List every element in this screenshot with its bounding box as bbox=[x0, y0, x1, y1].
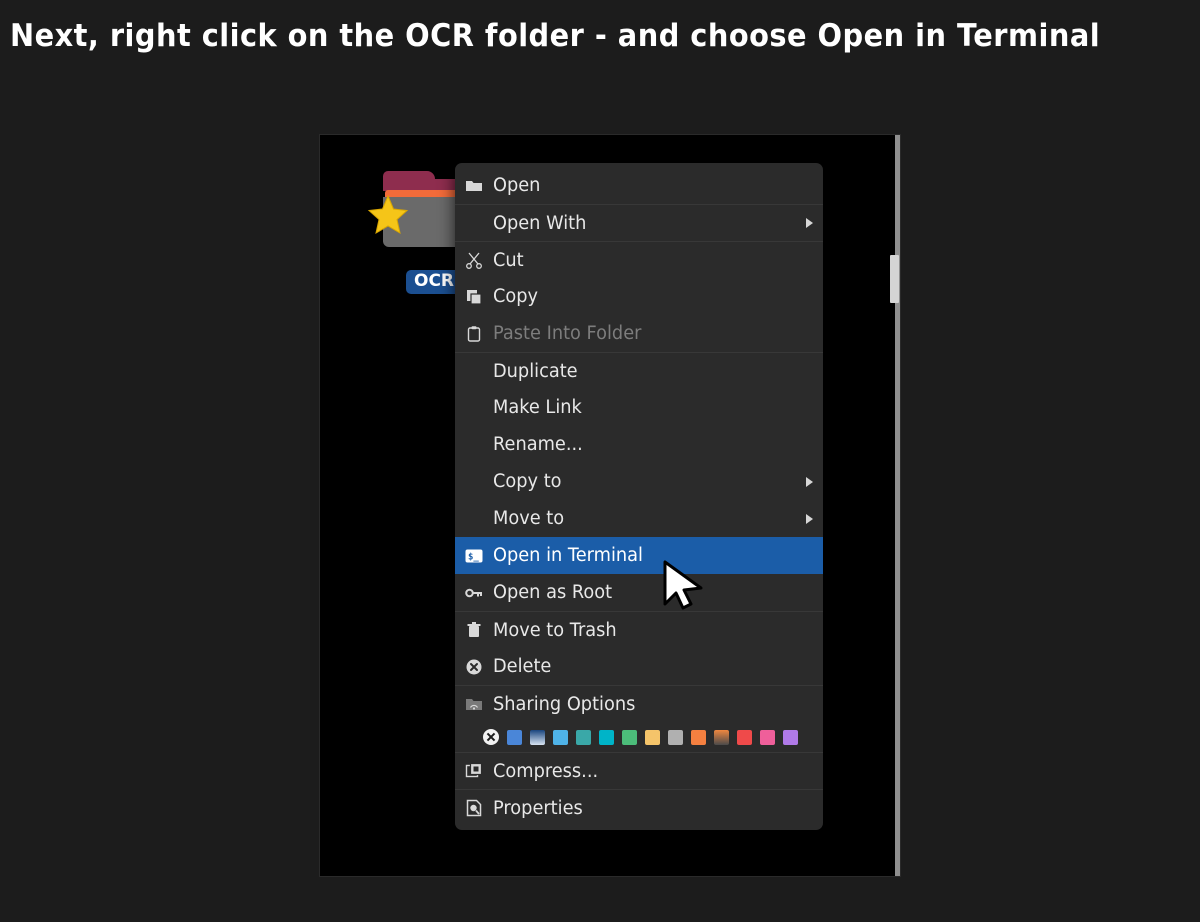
menu-item-cut[interactable]: Cut bbox=[455, 241, 823, 278]
delete-icon bbox=[465, 658, 483, 676]
svg-text:$_: $_ bbox=[468, 552, 479, 562]
no-icon bbox=[465, 436, 483, 454]
menu-item-open-as-root[interactable]: Open as Root bbox=[455, 574, 823, 611]
menu-item-label: Make Link bbox=[493, 397, 582, 418]
color-tag-blue-gradient[interactable] bbox=[530, 729, 545, 745]
chevron-right-icon bbox=[806, 218, 813, 228]
menu-item-label: Sharing Options bbox=[493, 693, 636, 715]
share-folder-icon bbox=[465, 695, 483, 713]
no-icon bbox=[465, 399, 483, 417]
no-icon bbox=[465, 362, 483, 380]
chevron-right-icon bbox=[806, 476, 813, 487]
menu-item-paste-into-folder: Paste Into Folder bbox=[455, 315, 823, 352]
scissors-icon bbox=[465, 251, 483, 269]
context-menu[interactable]: Open Open With Cut Copy Paste Into Folder Dup… bbox=[455, 163, 823, 830]
folder-icon bbox=[465, 177, 483, 195]
color-tag-yellow[interactable] bbox=[645, 729, 660, 745]
color-tag-teal[interactable] bbox=[576, 729, 591, 745]
color-tag-none[interactable] bbox=[483, 729, 499, 745]
menu-item-open-in-terminal[interactable]: $_ Open in Terminal bbox=[455, 537, 823, 574]
menu-item-open[interactable]: Open bbox=[455, 167, 823, 204]
menu-item-copy[interactable]: Copy bbox=[455, 278, 823, 315]
color-tag-brown-gradient[interactable] bbox=[714, 729, 729, 745]
color-tag-light-blue[interactable] bbox=[553, 729, 568, 745]
color-tag-purple[interactable] bbox=[783, 729, 798, 745]
color-tag-blue[interactable] bbox=[507, 729, 522, 745]
menu-item-make-link[interactable]: Make Link bbox=[455, 389, 823, 426]
color-tag-orange[interactable] bbox=[691, 729, 706, 745]
menu-item-duplicate[interactable]: Duplicate bbox=[455, 352, 823, 389]
menu-item-label: Open bbox=[493, 175, 541, 196]
key-icon bbox=[465, 584, 483, 602]
menu-item-rename[interactable]: Rename... bbox=[455, 426, 823, 463]
no-icon bbox=[465, 510, 483, 528]
star-emblem-icon bbox=[367, 194, 409, 235]
menu-item-label: Cut bbox=[493, 249, 524, 271]
paste-icon bbox=[465, 325, 483, 343]
menu-item-label: Move to Trash bbox=[493, 619, 617, 641]
color-tag-pink[interactable] bbox=[760, 729, 775, 745]
menu-item-sharing-options[interactable]: Sharing Options bbox=[455, 685, 823, 722]
menu-item-label: Duplicate bbox=[493, 360, 578, 382]
menu-item-label: Paste Into Folder bbox=[493, 323, 642, 344]
no-icon bbox=[465, 214, 483, 232]
vertical-scrollbar-thumb[interactable] bbox=[890, 255, 899, 303]
color-tag-green[interactable] bbox=[622, 729, 637, 745]
folder-name-label[interactable]: OCR bbox=[406, 270, 463, 294]
menu-item-move-to-trash[interactable]: Move to Trash bbox=[455, 611, 823, 648]
color-tag-cyan[interactable] bbox=[599, 729, 614, 745]
menu-item-label: Open With bbox=[493, 212, 587, 234]
menu-item-label: Open in Terminal bbox=[493, 545, 643, 566]
vertical-scrollbar-track[interactable] bbox=[890, 135, 900, 876]
menu-item-properties[interactable]: Properties bbox=[455, 789, 823, 826]
menu-item-delete[interactable]: Delete bbox=[455, 648, 823, 685]
color-tag-row[interactable] bbox=[455, 722, 823, 752]
menu-item-move-to[interactable]: Move to bbox=[455, 500, 823, 537]
terminal-icon: $_ bbox=[465, 547, 483, 565]
menu-item-label: Compress... bbox=[493, 760, 599, 782]
menu-item-label: Copy bbox=[493, 286, 539, 307]
no-icon bbox=[465, 473, 483, 491]
menu-item-label: Open as Root bbox=[493, 582, 613, 603]
menu-item-label: Move to bbox=[493, 508, 565, 529]
copy-icon bbox=[465, 288, 483, 306]
menu-item-label: Properties bbox=[493, 797, 583, 819]
compress-icon bbox=[465, 762, 483, 780]
menu-item-label: Copy to bbox=[493, 471, 562, 492]
chevron-right-icon bbox=[806, 513, 813, 524]
properties-icon bbox=[465, 799, 483, 817]
trash-icon bbox=[465, 621, 483, 639]
menu-item-compress[interactable]: Compress... bbox=[455, 752, 823, 789]
menu-item-open-with[interactable]: Open With bbox=[455, 204, 823, 241]
menu-item-label: Rename... bbox=[493, 434, 583, 455]
color-tag-gray[interactable] bbox=[668, 729, 683, 745]
menu-item-copy-to[interactable]: Copy to bbox=[455, 463, 823, 500]
color-tag-red[interactable] bbox=[737, 729, 752, 745]
page-title: Next, right click on the OCR folder - an… bbox=[10, 18, 1101, 54]
menu-item-label: Delete bbox=[493, 656, 552, 677]
